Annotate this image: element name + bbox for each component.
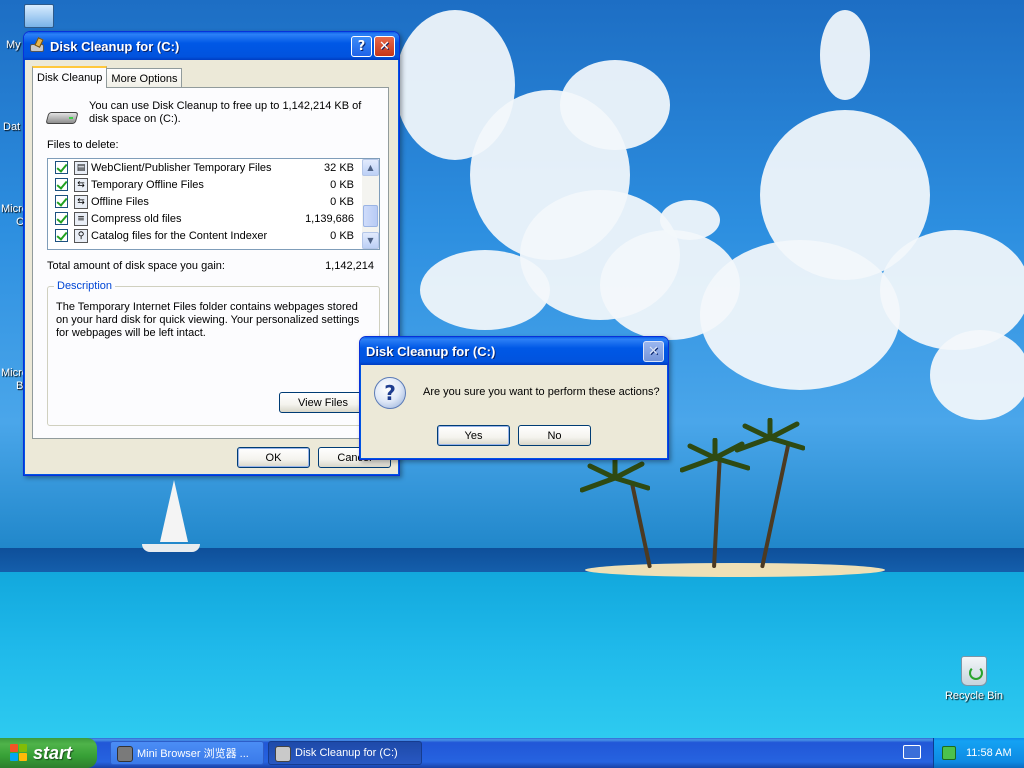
webpage-icon: ▤	[74, 160, 88, 175]
intro-text: You can use Disk Cleanup to free up to 1…	[89, 100, 362, 125]
checkbox[interactable]	[55, 161, 68, 174]
file-category-size: 1,139,686	[305, 212, 354, 225]
start-label: start	[33, 742, 73, 763]
offline-files-icon: ⇆	[74, 194, 88, 209]
disk-cleanup-icon	[30, 37, 46, 54]
file-category-size: 0 KB	[330, 178, 354, 191]
close-button[interactable]: ✕	[643, 340, 664, 362]
list-item[interactable]: ⚲ Catalog files for the Content Indexer …	[48, 227, 362, 244]
question-icon: ?	[374, 377, 406, 409]
help-button[interactable]: ?	[351, 35, 372, 57]
browser-icon	[117, 746, 133, 762]
scroll-up-icon[interactable]: ▲	[362, 159, 379, 176]
description-text: The Temporary Internet Files folder cont…	[56, 301, 360, 339]
compress-icon: ≡	[74, 211, 88, 226]
computer-icon	[24, 4, 54, 28]
list-item[interactable]: ⇆ Temporary Offline Files 0 KB	[48, 176, 362, 193]
checkbox[interactable]	[55, 212, 68, 225]
files-to-delete-label: Files to delete:	[47, 139, 119, 151]
indexer-icon: ⚲	[74, 228, 88, 243]
windows-logo-icon	[10, 744, 28, 762]
total-space-value: 1,142,214	[325, 260, 374, 272]
disk-cleanup-icon	[275, 746, 291, 762]
file-category-name: Offline Files	[91, 195, 149, 208]
taskbar: start Mini Browser 浏览器 ... Disk Cleanup …	[0, 738, 1024, 768]
list-item[interactable]: ⇆ Offline Files 0 KB	[48, 193, 362, 210]
total-space-label: Total amount of disk space you gain:	[47, 260, 225, 272]
system-tray: 11:58 AM	[933, 738, 1024, 768]
list-item[interactable]: ≡ Compress old files 1,139,686	[48, 210, 362, 227]
window-titlebar[interactable]: Disk Cleanup for (C:) ? ✕	[24, 32, 399, 60]
disk-cleanup-tab-panel: You can use Disk Cleanup to free up to 1…	[32, 87, 389, 439]
view-files-button[interactable]: View Files	[279, 392, 367, 413]
keyboard-icon[interactable]	[903, 745, 921, 759]
checkbox[interactable]	[55, 178, 68, 191]
hard-drive-icon	[45, 108, 79, 128]
checkbox[interactable]	[55, 229, 68, 242]
checkbox[interactable]	[55, 195, 68, 208]
confirm-message: Are you sure you want to perform these a…	[423, 386, 660, 398]
task-label: Disk Cleanup for (C:)	[295, 747, 398, 759]
dialog-title: Disk Cleanup for (C:)	[366, 343, 496, 359]
file-category-name: Compress old files	[91, 212, 182, 225]
file-category-name: Catalog files for the Content Indexer	[91, 229, 268, 242]
tab-more-options[interactable]: More Options	[106, 68, 183, 88]
offline-files-icon: ⇆	[74, 177, 88, 192]
recycle-bin-label: Recycle Bin	[944, 690, 1004, 702]
vertical-scrollbar[interactable]: ▲ ▼	[362, 159, 379, 249]
file-category-size: 0 KB	[330, 229, 354, 242]
window-title: Disk Cleanup for (C:)	[50, 38, 180, 54]
start-button[interactable]: start	[0, 738, 97, 768]
files-to-delete-list[interactable]: ▤ WebClient/Publisher Temporary Files 32…	[47, 158, 380, 250]
desktop-icon-label: Dat	[3, 121, 21, 133]
no-button[interactable]: No	[518, 425, 591, 446]
confirm-dialog: Disk Cleanup for (C:) ✕ ? Are you sure y…	[359, 336, 669, 460]
recycle-bin-icon	[961, 656, 987, 686]
file-category-size: 32 KB	[324, 161, 354, 174]
taskbar-button-disk-cleanup[interactable]: Disk Cleanup for (C:)	[268, 741, 422, 765]
file-category-name: Temporary Offline Files	[91, 178, 204, 191]
disk-cleanup-window: Disk Cleanup for (C:) ? ✕ Disk Cleanup M…	[23, 31, 400, 476]
taskbar-button-mini-browser[interactable]: Mini Browser 浏览器 ...	[110, 741, 264, 765]
desktop-icon-recycle-bin[interactable]: Recycle Bin	[944, 656, 1004, 702]
file-category-size: 0 KB	[330, 195, 354, 208]
scroll-thumb[interactable]	[363, 205, 378, 227]
yes-button[interactable]: Yes	[437, 425, 510, 446]
description-legend: Description	[54, 280, 116, 292]
task-label: Mini Browser 浏览器 ...	[137, 748, 249, 760]
scroll-down-icon[interactable]: ▼	[362, 232, 379, 249]
network-icon[interactable]	[942, 746, 956, 760]
clock[interactable]: 11:58 AM	[966, 747, 1012, 759]
file-category-name: WebClient/Publisher Temporary Files	[91, 161, 272, 174]
tab-strip: Disk Cleanup More Options	[32, 66, 183, 88]
list-item[interactable]: ▤ WebClient/Publisher Temporary Files 32…	[48, 159, 362, 176]
dialog-titlebar[interactable]: Disk Cleanup for (C:) ✕	[360, 337, 668, 365]
desktop-icon-label: My	[6, 39, 21, 51]
tab-disk-cleanup[interactable]: Disk Cleanup	[32, 66, 108, 88]
close-button[interactable]: ✕	[374, 35, 395, 57]
ok-button[interactable]: OK	[237, 447, 310, 468]
